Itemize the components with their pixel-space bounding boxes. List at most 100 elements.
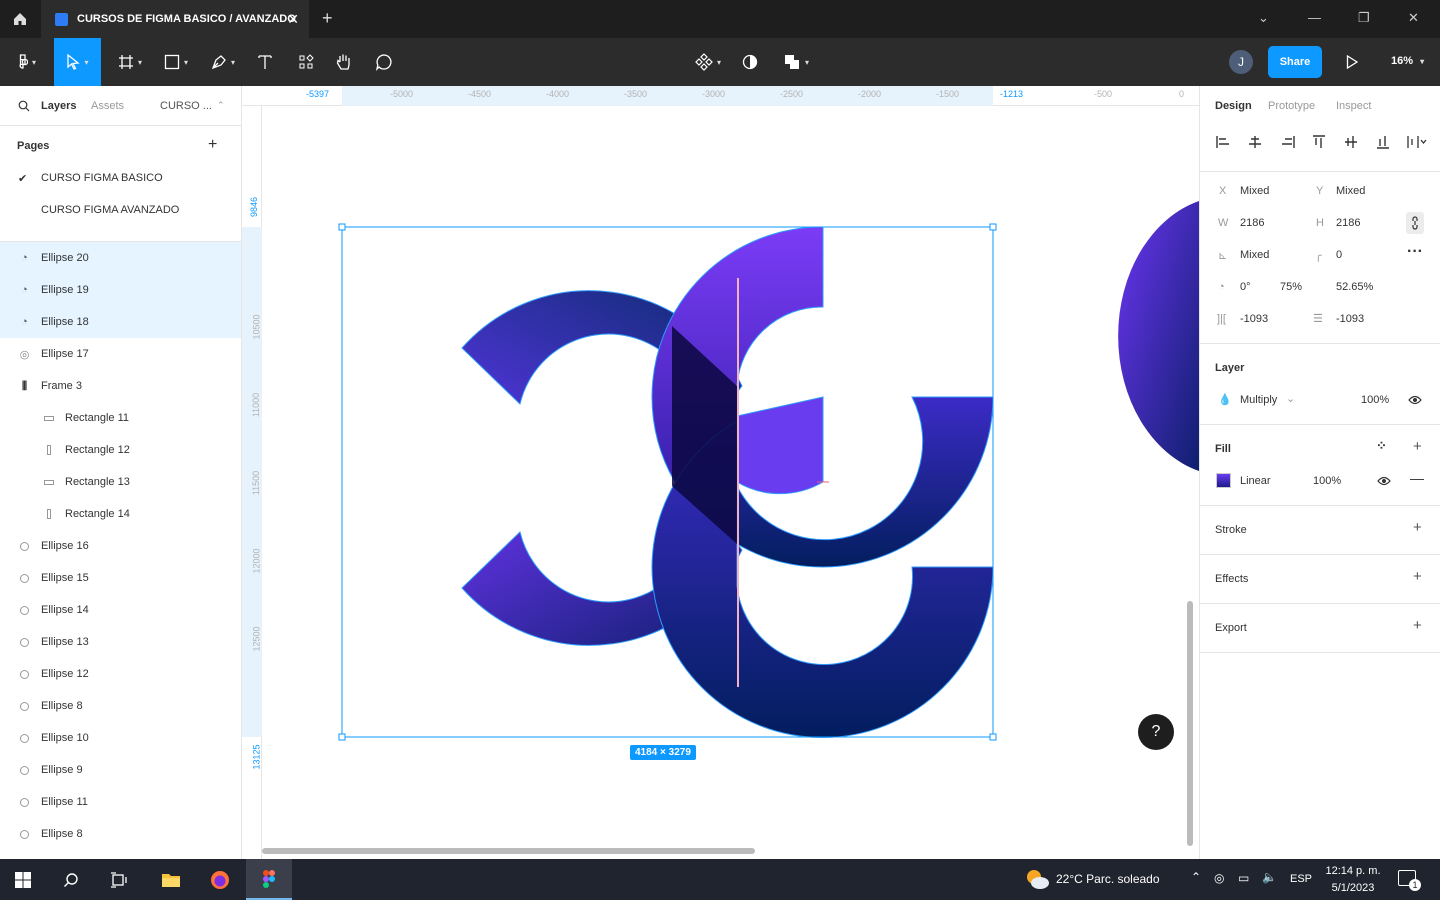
tab-design[interactable]: Design	[1215, 100, 1252, 112]
fill-type[interactable]: Linear	[1240, 475, 1271, 487]
layer-row[interactable]: Ellipse 8	[0, 818, 241, 850]
start-button[interactable]	[0, 859, 46, 900]
layer-row[interactable]: Ellipse 15	[0, 562, 241, 594]
share-button[interactable]: Share	[1268, 46, 1322, 78]
add-fill-button[interactable]: +	[1413, 438, 1422, 455]
ellipse-partial-right[interactable]	[1118, 201, 1199, 471]
file-tab[interactable]: CURSOS DE FIGMA BASICO / AVANZADO ✕	[41, 0, 309, 38]
selection-handle[interactable]	[338, 733, 346, 741]
arc-ratio-field[interactable]: 52.65%	[1336, 281, 1373, 293]
close-tab-icon[interactable]: ✕	[287, 11, 299, 28]
arc-start-field[interactable]: 0°	[1240, 281, 1251, 293]
align-right-icon[interactable]	[1280, 134, 1296, 150]
add-page-button[interactable]: +	[208, 136, 217, 154]
zoom-menu[interactable]: 16% ▾	[1391, 55, 1424, 67]
volume-icon[interactable]: 🔈	[1262, 870, 1277, 884]
weather-text[interactable]: 22°C Parc. soleado	[1056, 872, 1160, 886]
x-field[interactable]: Mixed	[1240, 185, 1269, 197]
tab-inspect[interactable]: Inspect	[1336, 100, 1371, 112]
canvas[interactable]: -5397 -5000 -4500 -4000 -3500 -3000 -250…	[242, 86, 1199, 859]
horizontal-scrollbar[interactable]	[262, 848, 755, 854]
notifications-icon[interactable]: 1	[1398, 870, 1421, 891]
more-options-icon[interactable]: ···	[1407, 243, 1423, 261]
task-view-button[interactable]	[96, 859, 142, 900]
frame-tool[interactable]: ▾	[110, 38, 150, 86]
text-tool[interactable]	[251, 38, 279, 86]
shape-tool[interactable]: ▾	[156, 38, 196, 86]
mask-button[interactable]	[738, 38, 762, 86]
constrain-proportions-button[interactable]	[1406, 212, 1424, 234]
help-button[interactable]: ?	[1138, 714, 1174, 750]
file-explorer-button[interactable]	[148, 859, 194, 900]
horizontal-spacing-field[interactable]: -1093	[1240, 313, 1268, 325]
y-field[interactable]: Mixed	[1336, 185, 1365, 197]
rotation-field[interactable]: Mixed	[1240, 249, 1269, 261]
blend-mode-select[interactable]: Multiply	[1240, 394, 1277, 406]
layer-row[interactable]: Rectangle 14	[0, 498, 241, 530]
selection-handle[interactable]	[989, 223, 997, 231]
clock[interactable]: 12:14 p. m. 5/1/2023	[1322, 863, 1384, 897]
move-tool[interactable]: ▾	[54, 38, 101, 86]
eye-icon[interactable]	[1408, 395, 1422, 405]
fill-opacity-field[interactable]: 100%	[1313, 475, 1341, 487]
selection-handle[interactable]	[989, 733, 997, 741]
corner-radius-field[interactable]: 0	[1336, 249, 1342, 261]
layer-opacity-field[interactable]: 100%	[1361, 394, 1389, 406]
tab-layers[interactable]: Layers	[41, 100, 76, 112]
resources-tool[interactable]	[292, 38, 320, 86]
search-icon[interactable]	[18, 100, 30, 112]
layer-row[interactable]: Rectangle 13	[0, 466, 241, 498]
add-stroke-button[interactable]: +	[1413, 519, 1422, 536]
vertical-scrollbar[interactable]	[1187, 601, 1193, 846]
page-item-curso-figma-avanzado[interactable]: CURSO FIGMA AVANZADO	[0, 194, 241, 226]
hand-tool[interactable]	[330, 38, 358, 86]
layer-row[interactable]: ⦀ Frame 3	[0, 370, 241, 402]
pen-tool[interactable]: ▾	[203, 38, 243, 86]
present-button[interactable]	[1340, 38, 1364, 86]
align-vertical-center-icon[interactable]	[1343, 134, 1359, 150]
ellipse-20[interactable]	[736, 396, 824, 495]
add-effect-button[interactable]: +	[1413, 568, 1422, 585]
layer-row[interactable]: ◔ Ellipse 18	[0, 306, 241, 338]
avatar[interactable]: J	[1229, 50, 1253, 74]
align-horizontal-center-icon[interactable]	[1247, 134, 1263, 150]
weather-icon[interactable]	[1024, 868, 1050, 890]
new-tab-button[interactable]: +	[322, 8, 333, 29]
remove-fill-icon[interactable]: —	[1410, 470, 1424, 486]
figma-app-button[interactable]	[246, 859, 292, 900]
vertical-spacing-field[interactable]: -1093	[1336, 313, 1364, 325]
align-left-icon[interactable]	[1215, 134, 1231, 150]
minimize-icon[interactable]: —	[1308, 10, 1321, 25]
component-menu-button[interactable]: ▾	[690, 38, 726, 86]
arc-sweep-field[interactable]: 75%	[1280, 281, 1302, 293]
language-indicator[interactable]: ESP	[1290, 873, 1312, 885]
layer-row[interactable]: Ellipse 14	[0, 594, 241, 626]
layer-row[interactable]: Ellipse 13	[0, 626, 241, 658]
main-menu-button[interactable]: ▾	[8, 38, 46, 86]
layer-row[interactable]: ◔ Ellipse 20	[0, 242, 241, 274]
layer-row[interactable]: Ellipse 16	[0, 530, 241, 562]
restore-icon[interactable]: ❐	[1358, 10, 1370, 26]
fill-swatch[interactable]	[1216, 473, 1231, 488]
tab-prototype[interactable]: Prototype	[1268, 100, 1315, 112]
chevron-up-icon[interactable]: ⌃	[217, 100, 225, 111]
layer-row[interactable]: Rectangle 12	[0, 434, 241, 466]
layer-row[interactable]: Rectangle 11	[0, 402, 241, 434]
layer-row[interactable]: Ellipse 8	[0, 690, 241, 722]
boolean-menu-button[interactable]: ▾	[778, 38, 814, 86]
layer-row[interactable]: Ellipse 10	[0, 722, 241, 754]
styles-grid-icon[interactable]: ⁘	[1376, 438, 1387, 454]
align-bottom-icon[interactable]	[1375, 134, 1391, 150]
camera-icon[interactable]: ◎	[1214, 871, 1224, 885]
layer-row[interactable]: Ellipse 9	[0, 754, 241, 786]
chevron-up-icon[interactable]: ⌃	[1191, 870, 1201, 884]
height-field[interactable]: 2186	[1336, 217, 1360, 229]
distribute-menu-icon[interactable]	[1406, 134, 1428, 150]
eye-icon[interactable]	[1377, 476, 1391, 486]
firefox-button[interactable]	[197, 859, 243, 900]
layer-row[interactable]: ◔ Ellipse 19	[0, 274, 241, 306]
layer-row[interactable]: ◎ Ellipse 17	[0, 338, 241, 370]
home-button[interactable]	[0, 0, 40, 38]
page-switcher[interactable]: CURSO ...	[160, 100, 212, 112]
layer-row[interactable]: Ellipse 12	[0, 658, 241, 690]
